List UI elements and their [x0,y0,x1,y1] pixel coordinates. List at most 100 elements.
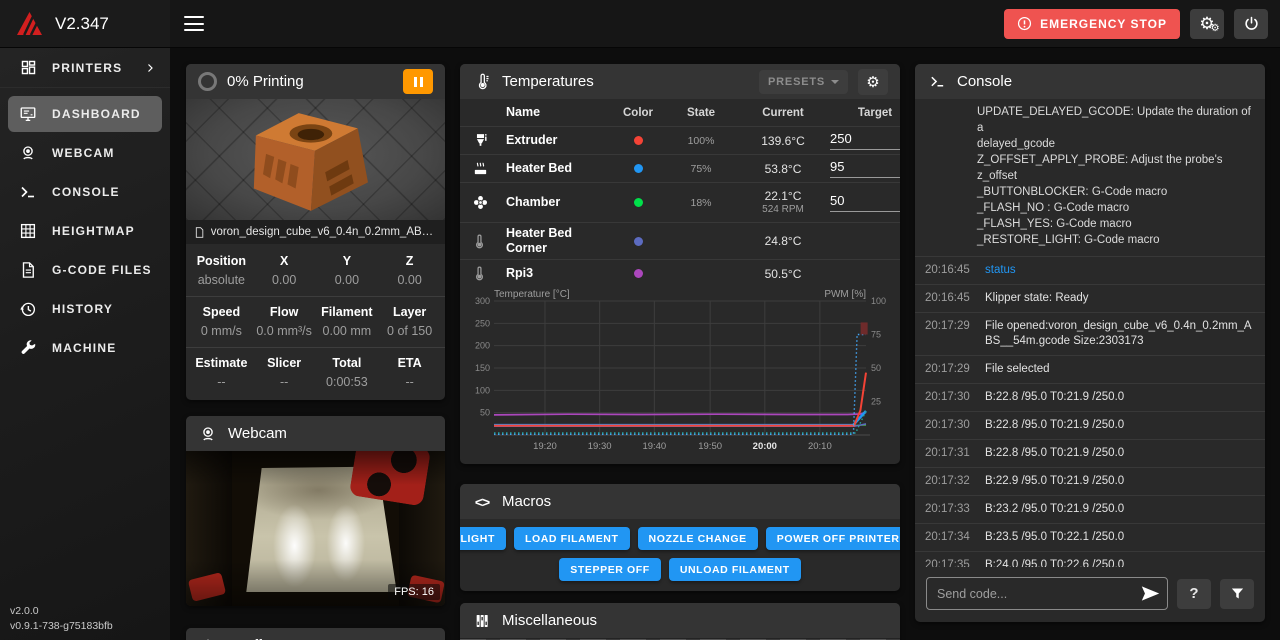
sidebar-nav: DASHBOARD WEBCAM CONSOLEHEIGHTMAPG-CODE FI… [0,96,170,366]
sidebar-item-printers[interactable]: PRINTERS [0,48,170,88]
sidebar-item-label: WEBCAM [52,146,115,160]
terminal-icon [927,72,947,92]
svg-text:200: 200 [475,341,490,351]
presets-label: PRESETS [768,76,825,88]
color-cell[interactable] [610,164,666,173]
console-entry-message: B:23.2 /95.0 T0:21.9 /250.0 [985,502,1255,517]
sensor-current: 22.1°C524 RPM [736,189,830,217]
macro-button-nozzle-change[interactable]: NOZZLE CHANGE [638,527,758,550]
interface-settings-button[interactable]: ⚙⚙ [1190,9,1224,39]
console-panel: Console UPDATE_DELAYED_GCODE: Update the… [915,64,1265,622]
mainsail-app: V2.347 EMERGENCY STOP ⚙⚙ [0,0,1280,640]
macros-panel: <> Macros LIGHTLOAD FILAMENTNOZZLE CHANG… [460,484,900,591]
macro-button-stepper-off[interactable]: STEPPER OFF [559,558,661,581]
macro-button-power-off-printer[interactable]: POWER OFF PRINTER [766,527,900,550]
heightmap-icon [18,221,38,241]
console-entry-message: B:22.8 /95.0 T0:21.9 /250.0 [985,446,1255,461]
color-dot [634,237,643,246]
emergency-stop-button[interactable]: EMERGENCY STOP [1004,9,1180,39]
sidebar-item-heightmap[interactable]: HEIGHTMAP [8,213,162,249]
console-entry-message: B:24.0 /95.0 T0:22.6 /250.0 [985,558,1255,567]
target-select[interactable]: 95 [830,159,900,178]
console-entry-time: 20:17:33 [925,502,975,517]
sidebar-item-label: DASHBOARD [52,107,141,121]
console-entry-message: Klipper state: Ready [985,291,1255,306]
current-file-bar: voron_design_cube_v6_0.4n_0.2mm_ABS__54m… [186,220,445,244]
sidebar-item-dashboard[interactable]: DASHBOARD [8,96,162,132]
console-entry-message: File opened:voron_design_cube_v6_0.4n_0.… [985,319,1255,349]
color-cell[interactable] [610,136,666,145]
sidebar-item-console[interactable]: CONSOLE [8,174,162,210]
file-icon [195,226,204,239]
sensor-state: 100% [666,135,736,147]
printed-part-render [238,109,394,215]
brand-area: V2.347 [0,0,170,47]
console-log[interactable]: UPDATE_DELAYED_GCODE: Update the duratio… [915,99,1265,567]
svg-text:100: 100 [475,385,490,395]
gears-icon: ⚙⚙ [1199,15,1214,32]
console-input[interactable] [926,577,1168,610]
stat-estimate: Estimate-- [190,354,253,392]
temperatures-table: NameColorStateCurrentTargetExtruder100%1… [460,99,900,287]
console-filter-button[interactable] [1220,579,1254,609]
miscellaneous-panel: Miscellaneous [460,603,900,640]
stat-eta: ETA-- [378,354,441,392]
stat-x: X0.00 [253,252,316,290]
temp-row-chamber: Chamber18%22.1°C524 RPM50 [460,182,900,222]
sidebar: PRINTERS DASHBOARD WEBCAM CONSOLEHEIGHTMAP… [0,48,170,640]
console-entry: 20:17:33 B:23.2 /95.0 T0:21.9 /250.0 [915,495,1265,523]
console-header: Console [915,64,1265,99]
svg-text:20:00: 20:00 [753,441,777,452]
chevron-down-icon [831,80,839,84]
stat-total: Total0:00:53 [316,354,379,392]
macro-button-unload-filament[interactable]: UNLOAD FILAMENT [669,558,801,581]
color-cell[interactable] [610,237,666,246]
temperatures-title: Temperatures [502,73,749,90]
color-cell[interactable] [610,198,666,207]
presets-dropdown[interactable]: PRESETS [759,70,848,94]
webcam-title: Webcam [228,425,433,442]
pause-button[interactable] [403,69,433,94]
sidebar-item-webcam[interactable]: WEBCAM [8,135,162,171]
fps-badge: FPS: 16 [388,584,440,600]
console-help-button[interactable]: ? [1177,579,1211,609]
svg-text:25: 25 [871,397,881,407]
sidebar-item-history[interactable]: HISTORY [8,291,162,327]
macro-button-light[interactable]: LIGHT [460,527,506,550]
emergency-stop-label: EMERGENCY STOP [1040,17,1167,31]
miscellaneous-title: Miscellaneous [502,612,888,629]
miscellaneous-header: Miscellaneous [460,603,900,638]
hamburger-menu-icon[interactable] [184,16,204,31]
sidebar-item-machine[interactable]: MACHINE [8,330,162,366]
version-footer: v2.0.0 v0.9.1-738-g75183bfb [10,604,113,634]
sensor-current: 50.5°C [736,267,830,281]
stat-speed: Speed0 mm/s [190,303,253,341]
sidebar-item-g-code-files[interactable]: G-CODE FILES [8,252,162,288]
stat-flow: Flow0.0 mm³/s [253,303,316,341]
temp-row-rpi3: Rpi350.5°C [460,259,900,287]
temperature-settings-button[interactable]: ⚙ [858,69,888,95]
console-entry: 20:16:45Klipper state: Ready [915,284,1265,312]
macro-button-load-filament[interactable]: LOAD FILAMENT [514,527,630,550]
alert-circle-icon [1017,16,1032,31]
console-entry-command-link[interactable]: status [985,263,1255,278]
print-stats-table: PositionabsoluteX0.00Y0.00Z0.00Speed0 mm… [186,244,445,400]
console-entry: 20:17:35B:24.0 /95.0 T0:22.6 /250.0 [915,551,1265,567]
console-entry-message: B:23.5 /95.0 T0:22.1 /250.0 [985,530,1255,545]
console-entry: 20:17:30B:22.8 /95.0 T0:21.9 /250.0 [915,383,1265,411]
send-icon[interactable] [1141,585,1160,607]
console-entry-time: 20:16:45 [925,263,975,278]
color-dot [634,136,643,145]
power-button[interactable] [1234,9,1268,39]
target-select[interactable]: 50 [830,193,900,212]
target-select[interactable]: 250 [830,131,900,150]
print-status-header: 0% Printing [186,64,445,99]
console-entry-message: File selected [985,362,1255,377]
console-entry-message: B:22.9 /95.0 T0:21.9 /250.0 [985,474,1255,489]
klipper-version: v2.0.0 [10,604,113,619]
thermometer-icon [472,234,506,249]
printers-grid-icon [18,58,38,78]
stat-position: Positionabsolute [190,252,253,290]
console-entry: 20:17:29File selected [915,355,1265,383]
color-cell[interactable] [610,269,666,278]
